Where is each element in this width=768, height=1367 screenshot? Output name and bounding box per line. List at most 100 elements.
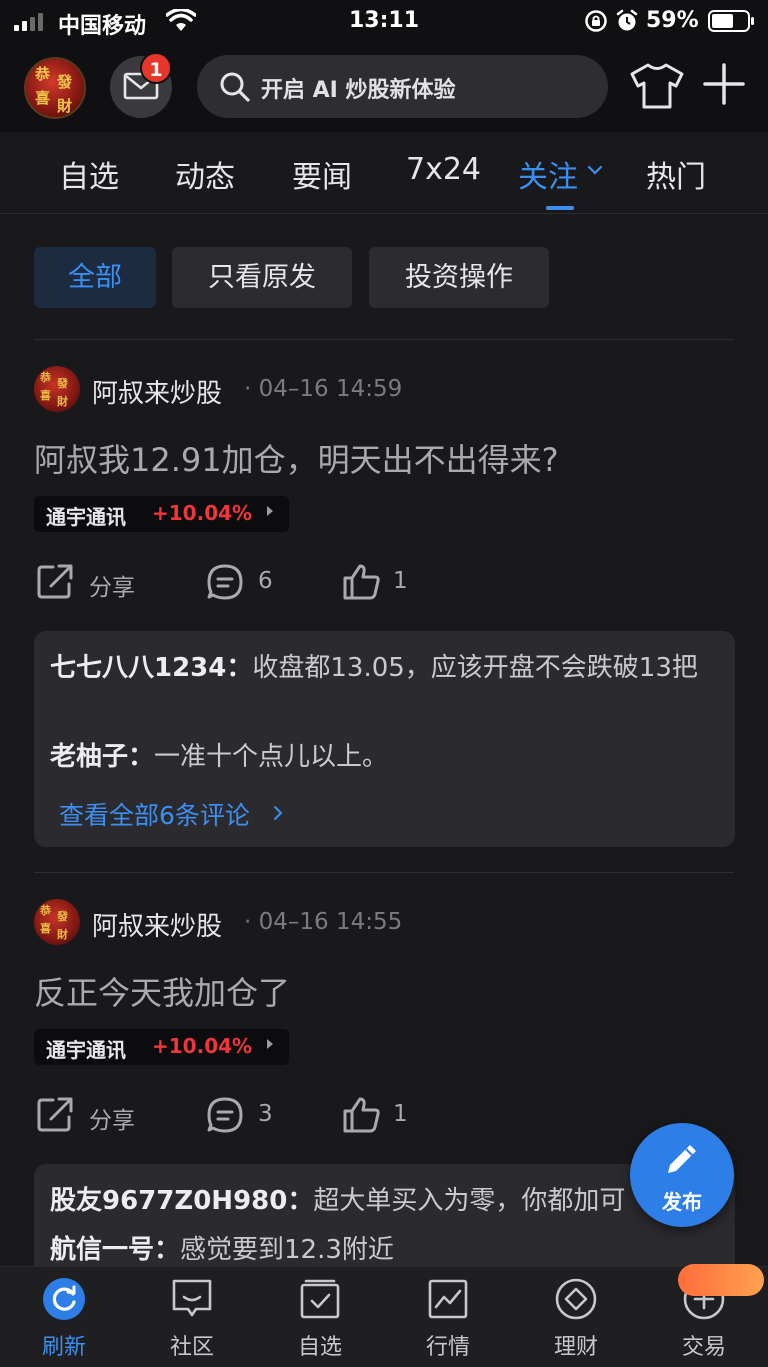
comment-icon[interactable]: [206, 1096, 244, 1134]
search-icon: [220, 72, 250, 102]
stock-name: 通宇通讯: [46, 1038, 126, 1062]
avatar-glyph: 發: [57, 377, 68, 390]
divider: [34, 339, 734, 340]
author-name[interactable]: 阿叔来炒股: [92, 373, 222, 410]
market-chart-icon: [428, 1279, 468, 1319]
author-avatar[interactable]: 恭 發 喜 財: [34, 899, 80, 945]
comment-text: 感觉要到12.3附近: [180, 1235, 394, 1265]
nav-watchlist[interactable]: 自选: [256, 1267, 384, 1367]
nav-wealth[interactable]: 理财: [512, 1267, 640, 1367]
tab-hot[interactable]: 热门: [646, 152, 706, 196]
like-count: 1: [393, 568, 408, 594]
nav-label: 自选: [297, 1335, 342, 1360]
stock-tag[interactable]: 通宇通讯 +10.04%: [34, 1029, 289, 1065]
tab-following[interactable]: 关注: [518, 152, 578, 196]
chevron-right-icon: [274, 806, 283, 820]
comment-item: 股友9677Z0H980：超大单买入为零，你都加可: [50, 1181, 710, 1222]
publish-label: 发布: [662, 1190, 702, 1214]
post-time: · 04–16 14:59: [244, 376, 403, 402]
status-bar: 中国移动 13:11 59%: [0, 0, 768, 42]
rotation-lock-icon: [585, 10, 607, 32]
comment-text: 一准十个点儿以上。: [154, 742, 389, 772]
avatar-glyph: 恭: [40, 904, 51, 917]
alarm-icon: [616, 9, 638, 31]
share-icon[interactable]: [36, 563, 74, 601]
filter-all[interactable]: 全部: [34, 247, 156, 308]
refresh-icon: [43, 1278, 85, 1320]
search-bar[interactable]: 开启 AI 炒股新体验: [197, 55, 608, 118]
post-text[interactable]: 反正今天我加仓了: [34, 968, 290, 1014]
share-icon[interactable]: [36, 1096, 74, 1134]
community-chat-icon: [172, 1279, 212, 1317]
filter-investment-ops[interactable]: 投资操作: [369, 247, 549, 308]
stock-change: +10.04%: [152, 501, 253, 525]
battery-percent: 59%: [646, 8, 699, 33]
avatar-glyph: 恭: [35, 65, 51, 83]
comment-user[interactable]: 七七八八1234：: [50, 653, 252, 683]
comment-user[interactable]: 航信一号：: [50, 1235, 180, 1265]
comment-user[interactable]: 股友9677Z0H980：: [50, 1186, 313, 1216]
avatar-glyph: 財: [57, 395, 68, 408]
stock-tag[interactable]: 通宇通讯 +10.04%: [34, 496, 289, 532]
comment-icon[interactable]: [206, 563, 244, 601]
avatar-glyph: 喜: [35, 89, 51, 107]
caret-right-icon: [267, 506, 273, 516]
like-count: 1: [393, 1101, 408, 1127]
nav-label: 刷新: [41, 1335, 86, 1360]
avatar-glyph: 喜: [40, 389, 51, 402]
chevron-down-icon[interactable]: [587, 165, 603, 175]
like-icon[interactable]: [342, 1096, 382, 1134]
top-header: 恭 發 喜 財 1 开启 AI 炒股新体验: [0, 42, 768, 132]
watchlist-icon: [300, 1279, 340, 1319]
avatar-glyph: 喜: [40, 922, 51, 935]
nav-label: 理财: [553, 1335, 598, 1360]
divider: [34, 872, 734, 873]
like-icon[interactable]: [342, 563, 382, 601]
nav-market[interactable]: 行情: [384, 1267, 512, 1367]
share-label[interactable]: 分享: [89, 1101, 135, 1135]
comment-item: 老柚子：一准十个点儿以上。: [50, 737, 710, 778]
nav-label: 行情: [425, 1335, 470, 1360]
comment-item: 航信一号：感觉要到12.3附近: [50, 1230, 710, 1266]
comment-item: 七七八八1234：收盘都13.05，应该开盘不会跌破13把: [50, 648, 710, 689]
tab-7x24[interactable]: 7x24: [406, 152, 481, 187]
tab-watchlist[interactable]: 自选: [59, 152, 119, 196]
nav-community[interactable]: 社区: [128, 1267, 256, 1367]
nav-refresh[interactable]: 刷新: [0, 1267, 128, 1367]
main-tabs: 自选 动态 要闻 7x24 关注 热门: [0, 132, 768, 214]
avatar-glyph: 財: [57, 928, 68, 941]
stock-change: +10.04%: [152, 1034, 253, 1058]
user-avatar[interactable]: 恭 發 喜 財: [24, 57, 86, 119]
avatar-glyph: 發: [57, 910, 68, 923]
comment-user[interactable]: 老柚子：: [50, 742, 154, 772]
author-name[interactable]: 阿叔来炒股: [92, 906, 222, 943]
filter-original-only[interactable]: 只看原发: [172, 247, 352, 308]
tab-news[interactable]: 要闻: [292, 152, 352, 196]
post-time: · 04–16 14:55: [244, 909, 403, 935]
avatar-glyph: 恭: [40, 371, 51, 384]
pencil-icon: [668, 1145, 696, 1173]
publish-button[interactable]: 发布: [630, 1123, 734, 1227]
unread-badge: 1: [140, 52, 172, 84]
author-avatar[interactable]: 恭 發 喜 財: [34, 366, 80, 412]
wealth-diamond-icon: [555, 1278, 597, 1320]
avatar-glyph: 發: [57, 73, 73, 91]
post-text[interactable]: 阿叔我12.91加仓，明天出不出得来?: [34, 435, 559, 481]
comment-count: 6: [258, 568, 273, 594]
search-placeholder: 开启 AI 炒股新体验: [261, 78, 456, 103]
nav-label: 交易: [681, 1335, 726, 1360]
stock-name: 通宇通讯: [46, 505, 126, 529]
promo-tag[interactable]: [678, 1264, 764, 1296]
comment-text: 收盘都13.05，应该开盘不会跌破13把: [252, 653, 698, 683]
comment-count: 3: [258, 1101, 273, 1127]
theme-shirt-icon[interactable]: [630, 62, 684, 110]
comments-box[interactable]: 七七八八1234：收盘都13.05，应该开盘不会跌破13把 老柚子：一准十个点儿…: [34, 631, 735, 847]
bottom-nav: 刷新 社区 自选 行情 理财 交易: [0, 1266, 768, 1367]
view-all-comments-link[interactable]: 查看全部6条评论: [59, 796, 250, 832]
share-label[interactable]: 分享: [89, 568, 135, 602]
tab-feed[interactable]: 动态: [175, 152, 235, 196]
add-icon[interactable]: [702, 62, 746, 106]
battery-icon: [708, 10, 754, 32]
avatar-glyph: 財: [57, 97, 73, 115]
nav-label: 社区: [169, 1335, 214, 1360]
